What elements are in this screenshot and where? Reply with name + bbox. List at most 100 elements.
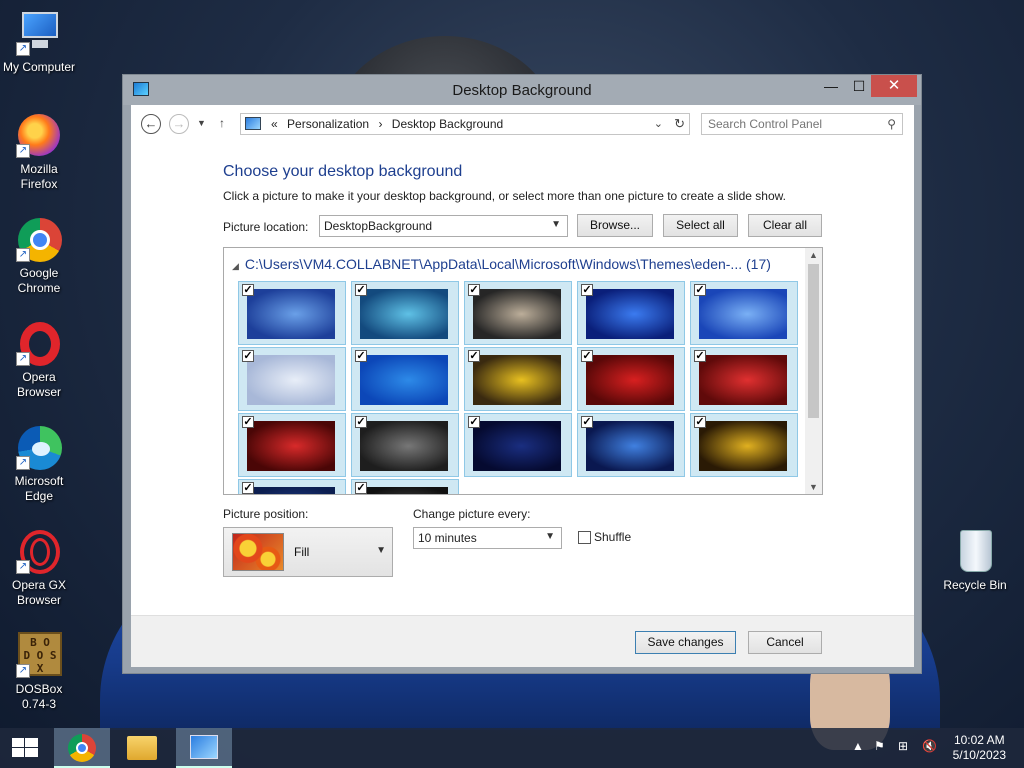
desktop-icon-firefox[interactable]: ↗ Mozilla Firefox [1,112,77,192]
picture-tile[interactable]: ✓ [351,347,459,411]
picture-tile[interactable]: ✓ [690,281,798,345]
tile-checkbox[interactable]: ✓ [242,416,254,428]
picture-tile[interactable]: ✓ [690,413,798,477]
wallpaper-thumbnail [360,421,448,471]
tile-checkbox[interactable]: ✓ [581,416,593,428]
address-dropdown-chevron-icon[interactable]: ⌄ [654,117,663,130]
picture-tile[interactable]: ✓ [351,281,459,345]
collapse-triangle-icon[interactable]: ◢ [232,261,239,271]
picture-location-select[interactable]: DesktopBackground ▼ [319,215,568,237]
select-all-button[interactable]: Select all [663,214,738,237]
recent-locations-chevron-icon[interactable]: ▼ [197,118,206,128]
picture-tile[interactable]: ✓ [464,281,572,345]
breadcrumb-separator-icon[interactable]: › [378,117,382,131]
tile-checkbox[interactable]: ✓ [355,350,367,362]
tile-checkbox[interactable]: ✓ [468,416,480,428]
save-changes-button[interactable]: Save changes [635,631,736,654]
tile-checkbox[interactable]: ✓ [694,284,706,296]
search-box[interactable]: ⚲ [701,113,903,135]
desktop-icon-dosbox[interactable]: B OD O SX ↗ DOSBox 0.74-3 [1,632,77,712]
close-button[interactable]: ✕ [871,75,917,97]
folder-group-header[interactable]: ◢ C:\Users\VM4.COLLABNET\AppData\Local\Mi… [232,256,771,272]
taskbar-file-explorer[interactable] [114,728,170,768]
picture-position-label: Picture position: [223,507,309,521]
picture-tile[interactable]: ✓ [238,413,346,477]
picture-tile[interactable]: ✓ [351,479,459,494]
fill-preview-image [232,533,284,571]
scroll-up-icon[interactable]: ▲ [805,250,822,260]
opera-icon: ↗ [16,320,62,366]
file-explorer-icon [127,736,157,760]
shuffle-label[interactable]: Shuffle [594,530,631,544]
forward-button[interactable]: → [169,114,189,134]
page-heading: Choose your desktop background [223,163,463,180]
picture-tile[interactable]: ✓ [690,347,798,411]
picture-tile[interactable]: ✓ [238,479,346,494]
browse-button[interactable]: Browse... [577,214,653,237]
picture-tile[interactable]: ✓ [577,347,685,411]
tile-checkbox[interactable]: ✓ [468,350,480,362]
volume-muted-icon[interactable]: 🔇 [922,739,937,753]
chevron-down-icon: ▼ [545,531,555,542]
refresh-icon[interactable]: ↻ [674,116,685,132]
search-icon: ⚲ [887,117,896,131]
breadcrumb-overflow[interactable]: « [271,117,278,131]
picture-tile[interactable]: ✓ [351,413,459,477]
wallpaper-thumbnail [473,289,561,339]
change-picture-every-select[interactable]: 10 minutes ▼ [413,527,562,549]
desktop-icon-label: Recycle Bin [943,578,1007,592]
picture-tile[interactable]: ✓ [577,413,685,477]
scrollbar-thumb[interactable] [808,264,819,418]
breadcrumb-personalization[interactable]: Personalization [287,117,369,131]
desktop-icon-my-computer[interactable]: ↗ My Computer [1,10,77,75]
action-center-flag-icon[interactable]: ⚑ [874,739,885,753]
start-button[interactable] [0,728,48,768]
desktop-icon-opera[interactable]: ↗ Opera Browser [1,320,77,400]
show-hidden-icons-icon[interactable]: ▲ [852,739,864,753]
picture-tile[interactable]: ✓ [577,281,685,345]
tile-checkbox[interactable]: ✓ [242,482,254,494]
breadcrumb-desktop-background[interactable]: Desktop Background [392,117,503,131]
shuffle-checkbox[interactable] [578,531,591,544]
picture-tile[interactable]: ✓ [238,281,346,345]
tile-checkbox[interactable]: ✓ [242,350,254,362]
picture-gallery: ◢ C:\Users\VM4.COLLABNET\AppData\Local\Mi… [223,247,823,495]
address-bar[interactable]: « Personalization › Desktop Background ⌄… [240,113,690,135]
tile-checkbox[interactable]: ✓ [355,416,367,428]
picture-position-select[interactable]: Fill ▼ [223,527,393,577]
desktop-icon-edge[interactable]: ↗ Microsoft Edge [1,424,77,504]
picture-tile[interactable]: ✓ [464,413,572,477]
taskbar-control-panel[interactable] [176,728,232,768]
gallery-scrollbar[interactable]: ▲ ▼ [805,248,822,494]
search-input[interactable] [708,115,878,133]
tile-checkbox[interactable]: ✓ [581,350,593,362]
picture-tile[interactable]: ✓ [464,347,572,411]
firefox-icon: ↗ [16,112,62,158]
desktop-icon-recycle-bin[interactable]: Recycle Bin [937,528,1013,593]
clock[interactable]: 10:02 AM 5/10/2023 [953,733,1006,763]
desktop-icon-opera-gx[interactable]: ↗ Opera GX Browser [1,528,77,608]
tile-checkbox[interactable]: ✓ [355,284,367,296]
network-icon[interactable]: ⊞ [898,739,908,753]
windows-start-icon [12,738,38,758]
computer-icon: ↗ [16,10,62,56]
tile-checkbox[interactable]: ✓ [694,416,706,428]
cancel-button[interactable]: Cancel [748,631,822,654]
tile-checkbox[interactable]: ✓ [694,350,706,362]
picture-tile[interactable]: ✓ [238,347,346,411]
folder-count: (17) [746,256,771,272]
up-arrow-icon[interactable]: ↑ [219,116,225,130]
title-bar[interactable]: Desktop Background — ☐ ✕ [123,75,921,105]
tile-checkbox[interactable]: ✓ [355,482,367,494]
wallpaper-thumbnail [360,355,448,405]
tile-checkbox[interactable]: ✓ [242,284,254,296]
clear-all-button[interactable]: Clear all [748,214,822,237]
desktop-icon-chrome[interactable]: ↗ Google Chrome [1,216,77,296]
back-button[interactable]: ← [141,114,161,134]
tile-checkbox[interactable]: ✓ [581,284,593,296]
dialog-footer: Save changes Cancel [131,615,914,667]
tile-checkbox[interactable]: ✓ [468,284,480,296]
taskbar-chrome[interactable] [54,728,110,768]
opera-gx-icon: ↗ [16,528,62,574]
scroll-down-icon[interactable]: ▼ [805,482,822,492]
